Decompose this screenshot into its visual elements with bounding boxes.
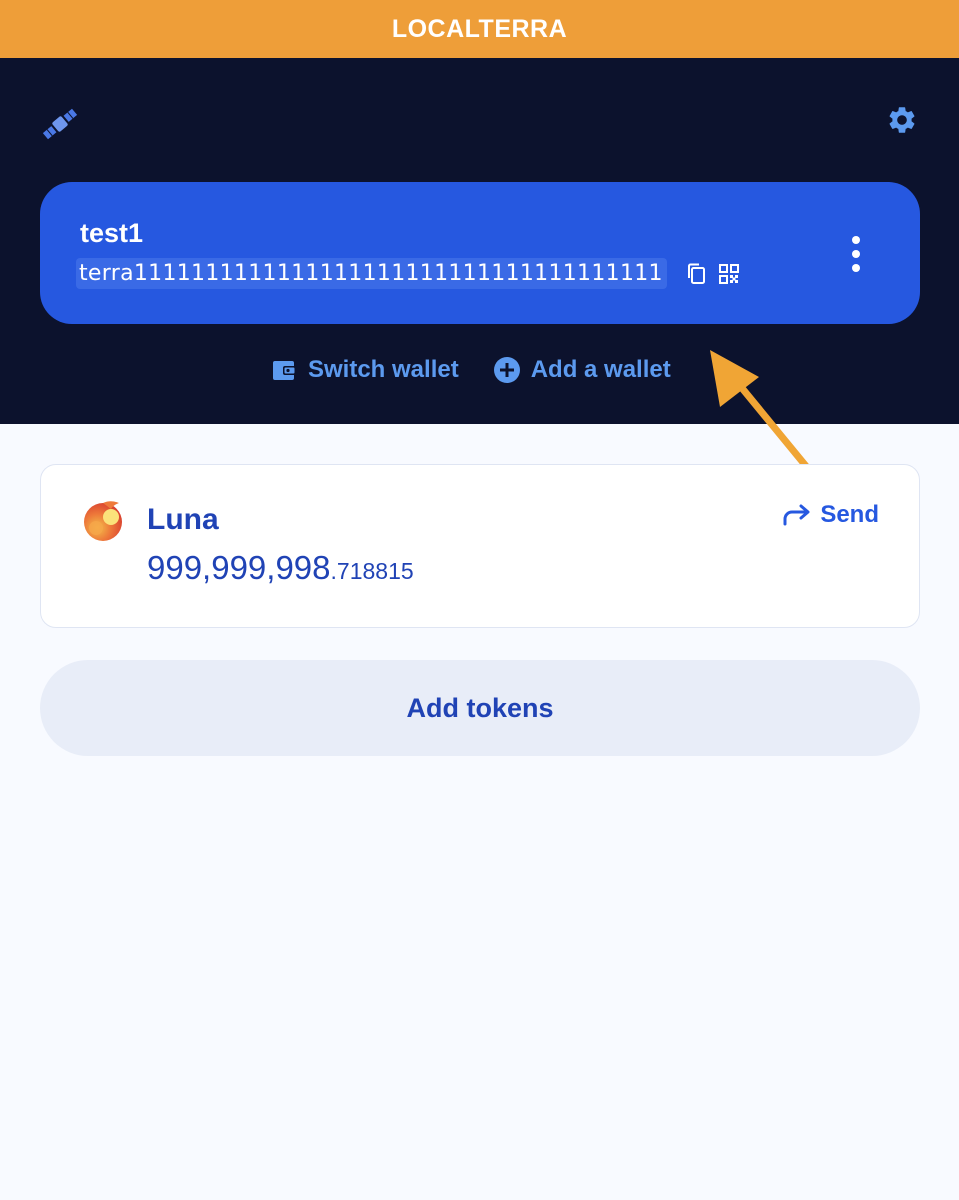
luna-icon bbox=[84, 501, 122, 541]
wallet-header: test1 terra11111111111111111111111111111… bbox=[0, 58, 959, 503]
copy-icon[interactable] bbox=[686, 262, 708, 286]
wallet-card: test1 terra11111111111111111111111111111… bbox=[40, 182, 920, 324]
balance-integer: 999,999,998 bbox=[147, 549, 331, 586]
network-label: LOCALTERRA bbox=[391, 14, 568, 43]
switch-wallet-label: Switch wallet bbox=[308, 356, 459, 383]
add-wallet-label: Add a wallet bbox=[530, 356, 671, 383]
gear-icon[interactable] bbox=[886, 104, 918, 136]
switch-wallet-button[interactable]: Switch wallet bbox=[272, 356, 459, 384]
add-tokens-label: Add tokens bbox=[406, 692, 554, 723]
add-wallet-button[interactable]: Add a wallet bbox=[493, 356, 671, 384]
wallet-address: terra11111111111111111111111111111111111… bbox=[76, 258, 667, 289]
qr-code-icon[interactable] bbox=[719, 264, 739, 284]
plus-circle-icon bbox=[493, 357, 520, 383]
token-balance: 999,999,998.718815 bbox=[147, 549, 414, 587]
wallet-icon bbox=[273, 361, 296, 380]
more-vertical-icon[interactable] bbox=[846, 234, 866, 274]
send-button[interactable]: Send bbox=[782, 501, 879, 529]
share-arrow-icon bbox=[783, 504, 810, 526]
send-label: Send bbox=[820, 501, 879, 528]
token-name: Luna bbox=[147, 503, 219, 536]
add-tokens-button[interactable]: Add tokens bbox=[40, 660, 920, 756]
wallet-name: test1 bbox=[80, 218, 144, 248]
balance-decimal: .718815 bbox=[330, 558, 414, 584]
satellite-icon[interactable] bbox=[40, 104, 80, 144]
wallet-actions: Switch wallet Add a wallet bbox=[272, 356, 671, 384]
network-banner: LOCALTERRA bbox=[0, 0, 959, 58]
token-card-luna: Luna 999,999,998.718815 Send bbox=[40, 464, 920, 628]
